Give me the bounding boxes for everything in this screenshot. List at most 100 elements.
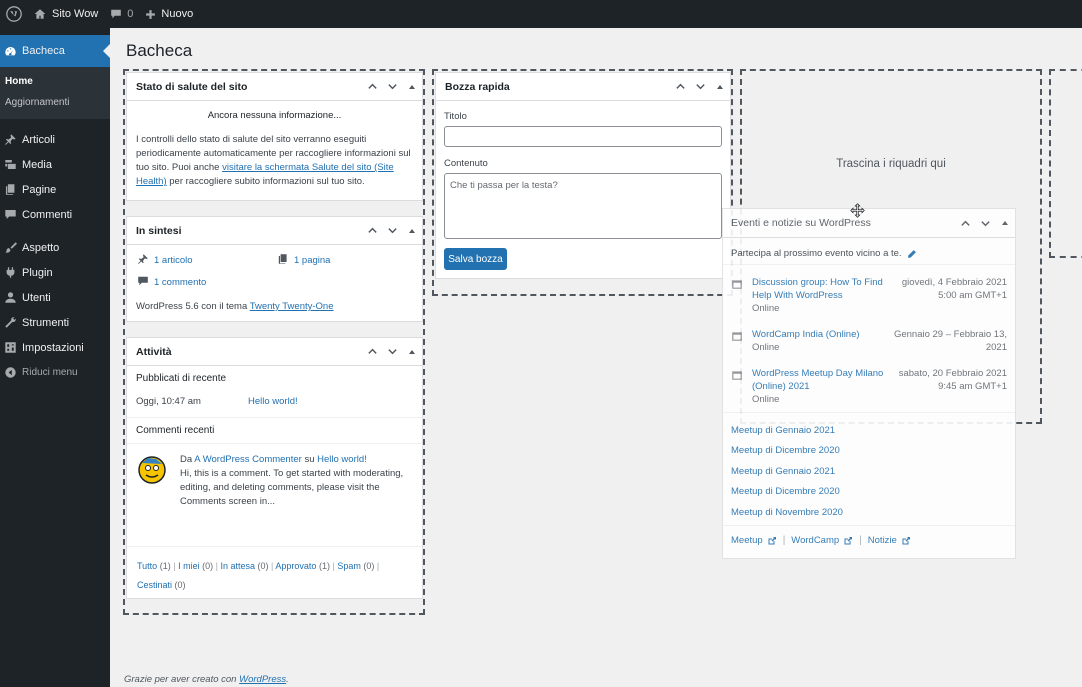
- footer-wordcamp-link[interactable]: WordCamp: [791, 535, 853, 546]
- menu-pages[interactable]: Pagine: [0, 177, 110, 202]
- menu-comments[interactable]: Commenti: [0, 202, 110, 227]
- menu-posts-label: Articoli: [22, 133, 56, 146]
- move-up-icon[interactable]: [675, 81, 686, 92]
- filter-spam[interactable]: Spam: [337, 561, 361, 571]
- at-a-glance-header[interactable]: In sintesi: [127, 217, 422, 245]
- move-up-icon[interactable]: [367, 225, 378, 236]
- event-title-link[interactable]: WordCamp India (Online): [752, 329, 860, 340]
- menu-settings[interactable]: Impostazioni: [0, 335, 110, 360]
- activity-header[interactable]: Attività: [127, 338, 422, 366]
- events-header[interactable]: Eventi e notizie su WordPress: [723, 209, 1015, 238]
- at-a-glance-title: In sintesi: [136, 224, 182, 237]
- news-link[interactable]: Meetup di Gennaio 2021: [731, 421, 843, 441]
- footer-news-link[interactable]: Notizie: [868, 535, 911, 546]
- site-health-description: I controlli dello stato di salute del si…: [127, 123, 422, 189]
- toggle-panel-icon[interactable]: [409, 84, 415, 89]
- event-item: WordCamp India (Online) Online Gennaio 2…: [731, 328, 1007, 360]
- submenu-home[interactable]: Home: [0, 71, 110, 92]
- move-up-icon[interactable]: [960, 218, 971, 229]
- menu-settings-label: Impostazioni: [22, 341, 84, 354]
- toggle-panel-icon[interactable]: [409, 228, 415, 233]
- quick-draft-title: Bozza rapida: [445, 80, 510, 93]
- filter-approved[interactable]: Approvato: [275, 561, 316, 571]
- comments-icon: [5, 209, 16, 220]
- comments-link[interactable]: 0: [104, 0, 139, 28]
- news-link[interactable]: Meetup di Novembre 2020: [731, 503, 843, 523]
- footer-wordpress-link[interactable]: WordPress: [239, 674, 286, 685]
- event-title-link[interactable]: WordPress Meetup Day Milano (Online) 202…: [752, 368, 883, 392]
- pushpin-icon: [137, 253, 149, 268]
- column-4-drop-area: [1049, 69, 1082, 258]
- menu-media[interactable]: Media: [0, 152, 110, 177]
- save-draft-button[interactable]: Salva bozza: [444, 248, 507, 270]
- menu-dashboard[interactable]: Bacheca: [0, 35, 110, 67]
- news-link[interactable]: Meetup di Dicembre 2020: [731, 441, 843, 461]
- draft-title-label: Titolo: [444, 111, 467, 122]
- event-date: Gennaio 29 – Febbraio 13, 2021: [893, 329, 1007, 353]
- pencil-icon[interactable]: [906, 249, 917, 260]
- comment-author-link[interactable]: A WordPress Commenter: [194, 454, 302, 465]
- collapse-menu-button[interactable]: Riduci menu: [0, 360, 110, 385]
- settings-sliders-icon: [5, 342, 16, 353]
- events-intro: Partecipa al prossimo evento vicino a te…: [731, 247, 917, 261]
- quick-draft-header[interactable]: Bozza rapida: [436, 73, 730, 101]
- glance-posts[interactable]: 1 articolo: [137, 253, 193, 268]
- footer-end: .: [286, 674, 289, 685]
- move-up-icon[interactable]: [367, 81, 378, 92]
- draft-content-textarea[interactable]: Che ti passa per la testa?: [444, 173, 722, 239]
- menu-comments-label: Commenti: [22, 208, 73, 221]
- glance-theme-link[interactable]: Twenty Twenty-One: [250, 301, 334, 312]
- site-name-link[interactable]: Sito Wow: [28, 0, 104, 28]
- glance-comments[interactable]: 1 commento: [137, 275, 206, 290]
- admin-footer: Grazie per aver creato con WordPress.: [124, 673, 289, 687]
- filter-mine[interactable]: I miei: [178, 561, 200, 571]
- menu-appearance[interactable]: Aspetto: [0, 235, 110, 260]
- admin-bar: Sito Wow 0 Nuovo: [0, 0, 1082, 28]
- filter-all[interactable]: Tutto: [137, 561, 157, 571]
- event-title-link[interactable]: Discussion group: How To Find Help With …: [752, 277, 883, 301]
- news-link[interactable]: Meetup di Dicembre 2020: [731, 482, 843, 502]
- glance-pages[interactable]: 1 pagina: [277, 253, 330, 268]
- filter-pending[interactable]: In attesa: [220, 561, 255, 571]
- wp-logo-button[interactable]: [0, 0, 28, 28]
- filter-trash[interactable]: Cestinati: [137, 580, 172, 590]
- menu-plugins[interactable]: Plugin: [0, 260, 110, 285]
- activity-title: Attività: [136, 345, 172, 358]
- move-down-icon[interactable]: [387, 225, 398, 236]
- comment-bubble-icon: [111, 9, 122, 19]
- recent-published-post[interactable]: Hello world!: [248, 395, 298, 409]
- site-health-text-2: per raccogliere subito informazioni sul …: [169, 176, 365, 187]
- move-up-icon[interactable]: [367, 346, 378, 357]
- at-a-glance-widget: In sintesi 1 articolo 1 pagina 1 comment…: [126, 216, 423, 322]
- news-link[interactable]: Meetup di Gennaio 2021: [731, 462, 843, 482]
- site-health-header[interactable]: Stato di salute del sito: [127, 73, 422, 101]
- comment-author-avatar: [137, 455, 167, 485]
- plus-icon: [146, 9, 156, 19]
- wrench-icon: [5, 317, 16, 328]
- move-down-icon[interactable]: [387, 346, 398, 357]
- move-down-icon[interactable]: [695, 81, 706, 92]
- move-down-icon[interactable]: [387, 81, 398, 92]
- footer-meetup-link[interactable]: Meetup: [731, 535, 777, 546]
- dashboard-submenu: Home Aggiornamenti: [0, 67, 110, 119]
- new-content-link[interactable]: Nuovo: [139, 0, 199, 28]
- menu-posts[interactable]: Articoli: [0, 127, 110, 152]
- menu-users[interactable]: Utenti: [0, 285, 110, 310]
- submenu-updates[interactable]: Aggiornamenti: [0, 92, 110, 113]
- external-link-icon: [844, 536, 853, 544]
- site-name: Sito Wow: [52, 8, 99, 20]
- comment-post-link[interactable]: Hello world!: [317, 454, 367, 465]
- glance-comments-count: 1 commento: [154, 276, 207, 288]
- toggle-panel-icon[interactable]: [409, 349, 415, 354]
- menu-dashboard-label: Bacheca: [22, 45, 65, 57]
- move-down-icon[interactable]: [980, 218, 991, 229]
- event-date: giovedì, 4 Febbraio 2021 5:00 am GMT+1: [901, 277, 1007, 301]
- events-news-widget: Eventi e notizie su WordPress Partecipa …: [722, 208, 1016, 559]
- toggle-panel-icon[interactable]: [717, 84, 723, 89]
- menu-tools[interactable]: Strumenti: [0, 310, 110, 335]
- user-icon: [5, 292, 16, 303]
- page-title: Bacheca: [126, 41, 193, 60]
- media-icon: [5, 159, 16, 170]
- draft-title-input[interactable]: [444, 126, 722, 147]
- toggle-panel-icon[interactable]: [1002, 221, 1008, 225]
